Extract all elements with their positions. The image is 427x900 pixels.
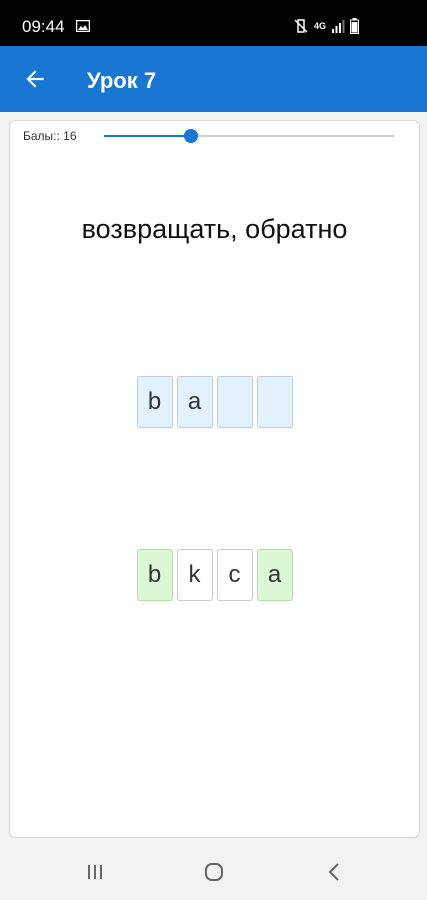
network-type-label: 4G xyxy=(313,21,326,31)
answer-tile[interactable]: b xyxy=(136,376,173,428)
arrow-left-icon[interactable] xyxy=(22,66,48,92)
recent-apps-icon[interactable] xyxy=(80,857,110,887)
gallery-icon xyxy=(76,20,90,32)
signal-icon xyxy=(332,20,345,33)
page-title: Урок 7 xyxy=(87,68,157,93)
progress-slider-thumb[interactable] xyxy=(184,129,198,143)
answer-tile[interactable]: a xyxy=(176,376,213,428)
vibrate-mute-icon xyxy=(294,19,308,33)
app-bar: Урок 7 xyxy=(0,46,427,112)
status-time: 09:44 xyxy=(22,17,65,36)
answer-tiles: b a xyxy=(10,376,419,428)
progress-slider-fill xyxy=(104,135,191,137)
choice-tile[interactable]: k xyxy=(176,549,213,601)
progress-slider[interactable] xyxy=(104,129,394,143)
choice-tile[interactable]: a xyxy=(256,549,293,601)
score-label: Балы:: 16 xyxy=(23,129,77,143)
status-icons: 4G xyxy=(293,18,359,34)
choice-tile[interactable]: c xyxy=(216,549,253,601)
home-icon[interactable] xyxy=(199,857,229,887)
answer-tile[interactable] xyxy=(256,376,293,428)
status-bar: 09:44 4G xyxy=(0,0,427,46)
battery-icon xyxy=(350,18,359,34)
prompt-word: возвращать, обратно xyxy=(81,214,348,244)
answer-tile[interactable] xyxy=(216,376,253,428)
choice-tile[interactable]: b xyxy=(136,549,173,601)
back-icon[interactable] xyxy=(320,857,350,887)
system-nav-bar xyxy=(0,843,427,900)
choice-tiles: b k c a xyxy=(10,549,419,601)
lesson-card: Балы:: 16 возвращать, обратно b a b k c … xyxy=(9,120,420,838)
